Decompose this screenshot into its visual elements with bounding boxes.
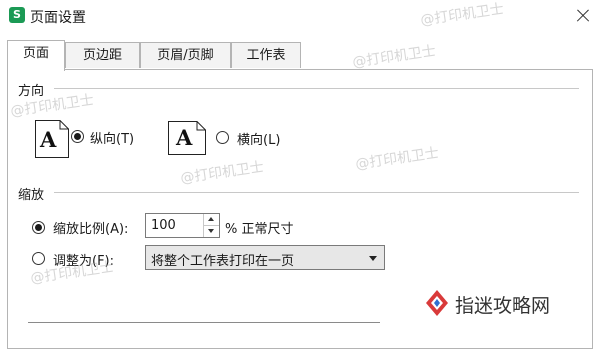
title-bar: S 页面设置 xyxy=(0,0,600,32)
scale-suffix-label: % 正常尺寸 xyxy=(225,222,294,237)
fit-to-radio[interactable] xyxy=(32,252,45,265)
portrait-page-letter: A xyxy=(40,127,57,152)
tab-margins[interactable]: 页边距 xyxy=(65,42,140,68)
brand-logo-icon xyxy=(426,290,448,316)
scaling-divider xyxy=(54,192,579,193)
close-button[interactable] xyxy=(570,3,596,29)
orientation-divider xyxy=(54,88,579,89)
scale-ratio-input[interactable]: 100 xyxy=(145,213,220,238)
scale-ratio-label[interactable]: 缩放比例(A): xyxy=(53,218,128,237)
watermark: @打印机卫士 xyxy=(351,43,437,71)
scale-ratio-radio[interactable] xyxy=(32,221,45,234)
landscape-radio[interactable] xyxy=(216,131,229,144)
fit-to-select-value: 将整个工作表打印在一页 xyxy=(151,254,295,269)
panel-bottom-divider xyxy=(28,322,380,323)
spinner-down-arrow-icon[interactable] xyxy=(204,226,219,237)
scaling-section-label: 缩放 xyxy=(18,188,45,203)
tab-sheet[interactable]: 工作表 xyxy=(231,42,301,68)
dialog-title: 页面设置 xyxy=(30,10,86,26)
portrait-label[interactable]: 纵向(T) xyxy=(90,128,134,147)
portrait-radio[interactable] xyxy=(71,130,84,143)
orientation-section-label: 方向 xyxy=(18,84,45,99)
landscape-label[interactable]: 横向(L) xyxy=(237,129,280,148)
tab-header-footer[interactable]: 页眉/页脚 xyxy=(140,42,231,68)
landscape-page-letter: A xyxy=(176,125,193,150)
scale-spinner xyxy=(203,214,219,237)
spreadsheet-app-icon: S xyxy=(9,7,25,23)
fit-to-label[interactable]: 调整为(F): xyxy=(53,250,114,269)
fit-to-select[interactable]: 将整个工作表打印在一页 xyxy=(145,245,385,270)
dropdown-arrow-icon xyxy=(369,256,377,261)
tab-page[interactable]: 页面 xyxy=(7,40,65,71)
scale-ratio-value[interactable]: 100 xyxy=(151,218,176,233)
brand-text: 指迷攻略网 xyxy=(455,295,551,317)
spinner-up-arrow-icon[interactable] xyxy=(204,214,219,226)
